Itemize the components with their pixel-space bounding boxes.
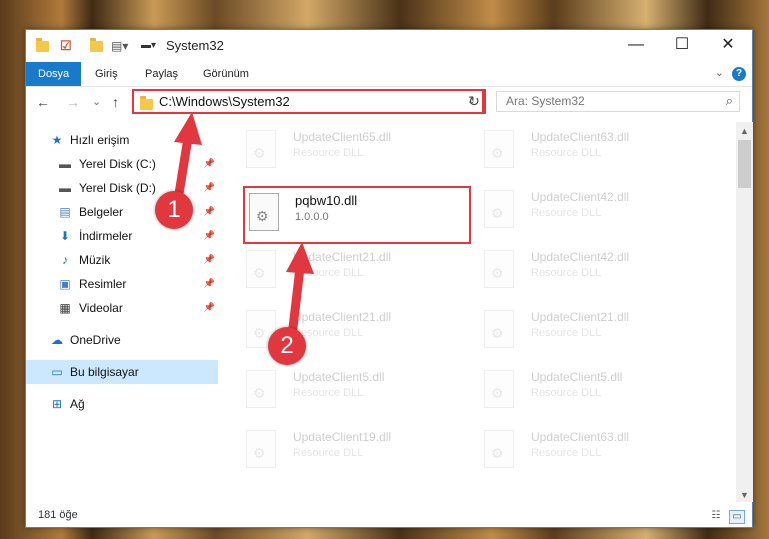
arrow-1: [173, 112, 202, 205]
step-2-badge: 2: [268, 327, 306, 365]
annotation-arrows: [173, 112, 314, 341]
step-1-badge: 1: [155, 191, 193, 229]
arrow-2: [286, 242, 314, 341]
